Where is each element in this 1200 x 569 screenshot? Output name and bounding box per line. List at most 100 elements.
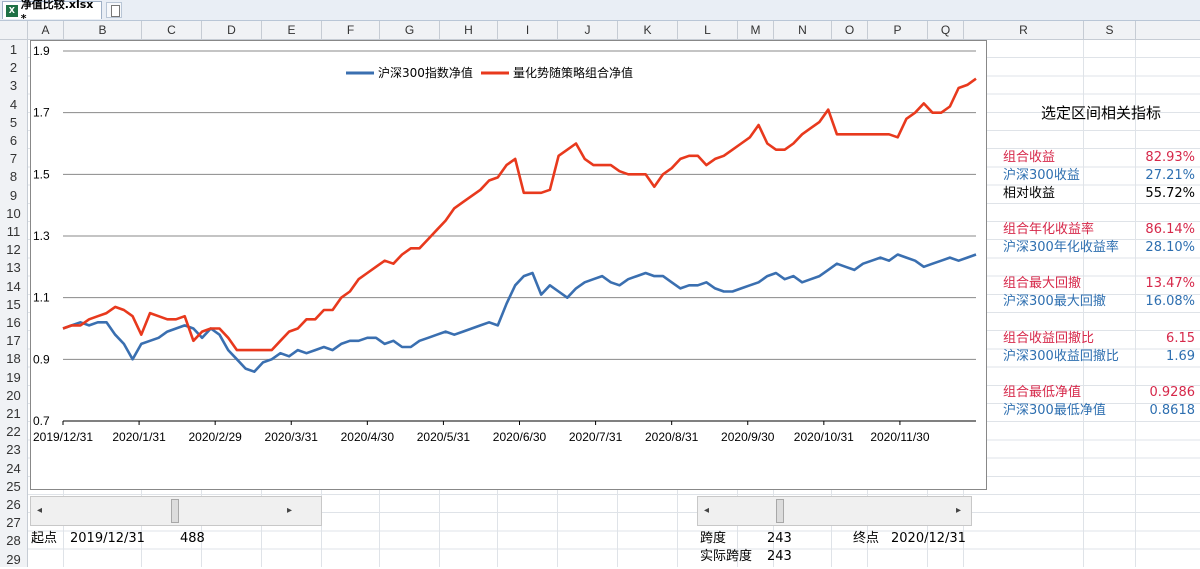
- select-all-corner[interactable]: [0, 21, 28, 39]
- metric-value: 16.08%: [1145, 294, 1195, 309]
- row-header-9[interactable]: 9: [0, 187, 27, 205]
- row-header-17[interactable]: 17: [0, 332, 27, 350]
- end-date-cell[interactable]: 2020/12/31: [891, 530, 966, 548]
- row-header-22[interactable]: 22: [0, 423, 27, 441]
- metric-label: 组合最低净值: [1003, 385, 1082, 400]
- span-label: 跨度: [700, 531, 727, 546]
- column-header-R[interactable]: R: [964, 21, 1084, 39]
- metric-label: 组合年化收益率: [1003, 222, 1095, 237]
- column-header-J[interactable]: J: [558, 21, 618, 39]
- row-header-6[interactable]: 6: [0, 132, 27, 150]
- x-tick-label: 2019/12/31: [33, 430, 93, 444]
- scroll-right-arrow-icon[interactable]: ▸: [287, 505, 292, 516]
- scrollbar-thumb[interactable]: [171, 499, 179, 523]
- metric-label: 沪深300收益回撤比: [1003, 349, 1119, 364]
- column-header-G[interactable]: G: [380, 21, 440, 39]
- span-value-cell[interactable]: 243: [767, 530, 792, 548]
- row-header-20[interactable]: 20: [0, 387, 27, 405]
- column-header-N[interactable]: N: [774, 21, 832, 39]
- row-header-8[interactable]: 8: [0, 168, 27, 186]
- scroll-right-arrow-icon[interactable]: ▸: [956, 505, 961, 516]
- row-header-18[interactable]: 18: [0, 350, 27, 368]
- metric-label: 沪深300收益: [1003, 168, 1080, 183]
- row-header-5[interactable]: 5: [0, 114, 27, 132]
- column-header-E[interactable]: E: [262, 21, 322, 39]
- column-header-M[interactable]: M: [738, 21, 774, 39]
- row-header-25[interactable]: 25: [0, 478, 27, 496]
- column-header-B[interactable]: B: [64, 21, 142, 39]
- metric-label: 相对收益: [1003, 186, 1056, 201]
- metric-value: 86.14%: [1145, 222, 1195, 237]
- metric-label: 组合收益回撤比: [1003, 331, 1095, 346]
- column-header-F[interactable]: F: [322, 21, 380, 39]
- net-value-chart[interactable]: 0.7 0.9 1.1 1.3 1.5 1.7 1.9 2019/12/31 2020/1/31…: [30, 40, 987, 490]
- y-tick-label: 0.7: [33, 414, 50, 428]
- row-header-19[interactable]: 19: [0, 369, 27, 387]
- row-header-16[interactable]: 16: [0, 314, 27, 332]
- column-header-A[interactable]: A: [28, 21, 64, 39]
- x-tick-label: 2020/7/31: [569, 430, 623, 444]
- row-header-23[interactable]: 23: [0, 441, 27, 459]
- metric-value: 6.15: [1166, 331, 1195, 346]
- row-header-11[interactable]: 11: [0, 223, 27, 241]
- row-header-10[interactable]: 10: [0, 205, 27, 223]
- row-header-21[interactable]: 21: [0, 405, 27, 423]
- x-tick-label: 2020/2/29: [188, 430, 242, 444]
- workbook-tab[interactable]: X 净值比较.xlsx *: [2, 0, 102, 25]
- row-header-28[interactable]: 28: [0, 532, 27, 550]
- column-header-O[interactable]: O: [832, 21, 868, 39]
- column-header-I[interactable]: I: [498, 21, 558, 39]
- y-tick-label: 1.1: [33, 291, 50, 305]
- scroll-left-arrow-icon[interactable]: ◂: [704, 505, 709, 516]
- column-header-K[interactable]: K: [618, 21, 678, 39]
- row-header-2[interactable]: 2: [0, 59, 27, 77]
- legend-entry: 沪深300指数净值: [378, 65, 473, 80]
- x-tick-label: 2020/10/31: [794, 430, 854, 444]
- column-header-D[interactable]: D: [202, 21, 262, 39]
- scroll-left-arrow-icon[interactable]: ◂: [37, 505, 42, 516]
- series-line-portfolio: [62, 77, 977, 352]
- legend-entry: 量化势随策略组合净值: [513, 65, 633, 80]
- column-header-C[interactable]: C: [142, 21, 202, 39]
- y-tick-label: 1.7: [33, 106, 50, 120]
- actual-span-label: 实际跨度: [700, 549, 753, 564]
- x-tick-label: 2020/6/30: [493, 430, 547, 444]
- x-tick-label: 2020/8/31: [645, 430, 699, 444]
- row-header-12[interactable]: 12: [0, 241, 27, 259]
- metric-value: 0.8618: [1149, 403, 1196, 418]
- row-header-29[interactable]: 29: [0, 551, 27, 569]
- column-header-L[interactable]: L: [678, 21, 738, 39]
- span-scrollbar[interactable]: ◂ ▸: [697, 496, 972, 526]
- x-tick-label: 2020/3/31: [265, 430, 319, 444]
- start-value-cell[interactable]: 488: [180, 530, 205, 548]
- metrics-title: 选定区间相关指标: [1040, 104, 1161, 122]
- row-header-4[interactable]: 4: [0, 96, 27, 114]
- row-header-3[interactable]: 3: [0, 77, 27, 95]
- row-header-27[interactable]: 27: [0, 514, 27, 532]
- column-header-H[interactable]: H: [440, 21, 498, 39]
- metric-label: 沪深300年化收益率: [1003, 240, 1119, 255]
- new-document-icon[interactable]: [106, 2, 122, 18]
- column-header-S[interactable]: S: [1084, 21, 1136, 39]
- row-header-14[interactable]: 14: [0, 278, 27, 296]
- x-tick-label: 2020/11/30: [870, 430, 929, 444]
- row-header-15[interactable]: 15: [0, 296, 27, 314]
- column-header-Q[interactable]: Q: [928, 21, 964, 39]
- row-header-1[interactable]: 1: [0, 41, 27, 59]
- row-header-13[interactable]: 13: [0, 259, 27, 277]
- start-scrollbar[interactable]: ◂ ▸: [30, 496, 322, 526]
- column-header-P[interactable]: P: [868, 21, 928, 39]
- x-tick-label: 2020/1/31: [112, 430, 166, 444]
- start-date-cell[interactable]: 2019/12/31: [70, 530, 145, 548]
- row-header-bar: 1 2 3 4 5 6 7 8 9 10 11 12 13 14 15 16 17 18 19 20 21 22 23 24 2…: [0, 40, 28, 567]
- metric-label: 组合最大回撤: [1003, 276, 1082, 291]
- metric-label: 沪深300最大回撤: [1003, 294, 1106, 309]
- scrollbar-thumb[interactable]: [776, 499, 784, 523]
- y-tick-label: 0.9: [33, 352, 50, 366]
- actual-span-value-cell[interactable]: 243: [767, 548, 792, 566]
- end-label: 终点: [853, 531, 880, 546]
- column-header-bar: ABCDEFGHIJKLMNOPQRS: [0, 21, 1200, 40]
- row-header-26[interactable]: 26: [0, 496, 27, 514]
- row-header-7[interactable]: 7: [0, 150, 27, 168]
- row-header-24[interactable]: 24: [0, 460, 27, 478]
